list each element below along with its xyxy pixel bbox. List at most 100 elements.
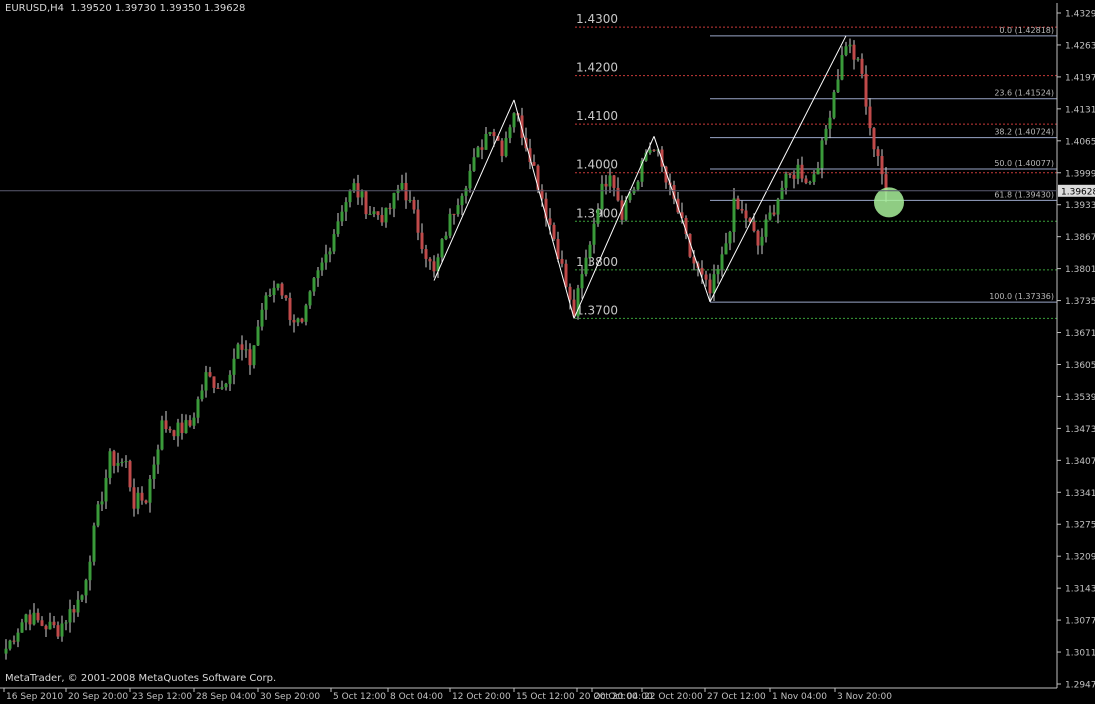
chart-header: EURUSD,H4 1.39520 1.39730 1.39350 1.3962… bbox=[5, 3, 245, 14]
price-level-label: 1.3700 bbox=[576, 303, 618, 317]
candle-body bbox=[404, 182, 408, 201]
candle-body bbox=[120, 461, 124, 464]
candle-body bbox=[816, 168, 820, 175]
y-tick-label: 1.34070 bbox=[1065, 457, 1095, 467]
candle-body bbox=[80, 595, 84, 600]
y-tick-label: 1.30770 bbox=[1065, 617, 1095, 627]
candle-body bbox=[380, 215, 384, 223]
candle-body bbox=[40, 620, 44, 626]
candle-body bbox=[880, 156, 884, 175]
candle-body bbox=[832, 92, 836, 118]
candle-body bbox=[408, 199, 412, 201]
candle-body bbox=[604, 183, 608, 187]
candle-body bbox=[712, 274, 716, 294]
candle-body bbox=[464, 188, 468, 196]
candle-body bbox=[276, 283, 280, 288]
candle-body bbox=[176, 422, 180, 437]
candle-body bbox=[856, 58, 860, 60]
candle-body bbox=[708, 279, 712, 294]
candle-body bbox=[852, 44, 856, 60]
time-axis[interactable]: 16 Sep 2010 20 Sep 20:00 23 Sep 12:00 28 Se… bbox=[3, 688, 892, 702]
zigzag-segment bbox=[513, 99, 575, 319]
y-tick-label: 1.40650 bbox=[1065, 137, 1095, 147]
candle-body bbox=[172, 430, 176, 437]
candle-body bbox=[76, 599, 80, 613]
candle-body bbox=[108, 451, 112, 478]
candle-body bbox=[72, 609, 76, 613]
fibonacci-level-label: 50.0 (1.40077) bbox=[994, 159, 1054, 168]
candle-body bbox=[652, 149, 656, 151]
candle-body bbox=[564, 263, 568, 287]
fibonacci-level-label: 61.8 (1.39430) bbox=[994, 190, 1054, 199]
y-tick-label: 1.30110 bbox=[1065, 649, 1095, 659]
candle-body bbox=[504, 138, 508, 157]
x-tick-label: 8 Oct 04:00 bbox=[390, 692, 443, 702]
candle-body bbox=[732, 198, 736, 232]
candle-body bbox=[244, 349, 248, 351]
candle-body bbox=[740, 209, 744, 211]
fibonacci-level-label: 38.2 (1.40724) bbox=[994, 128, 1054, 137]
candle-body bbox=[308, 291, 312, 306]
x-tick-label: 28 Sep 04:00 bbox=[196, 692, 256, 702]
x-tick-label: 3 Nov 20:00 bbox=[837, 692, 892, 702]
candle-body bbox=[28, 614, 32, 625]
candle-body bbox=[20, 622, 24, 633]
candle-body bbox=[500, 140, 504, 157]
candle-body bbox=[776, 199, 780, 215]
candle-body bbox=[152, 464, 156, 480]
candle-body bbox=[136, 492, 140, 509]
candle-body bbox=[256, 326, 260, 346]
candle-body bbox=[796, 164, 800, 179]
candle-body bbox=[400, 182, 404, 190]
candle-body bbox=[64, 622, 68, 624]
candle-body bbox=[720, 254, 724, 270]
x-tick-label: 23 Sep 12:00 bbox=[132, 692, 192, 702]
candle-body bbox=[164, 420, 168, 430]
price-axis[interactable]: 1.43290 1.42630 1.41970 1.41310 1.40650 1.399… bbox=[1057, 10, 1095, 691]
candle-body bbox=[264, 295, 268, 310]
candle-body bbox=[456, 205, 460, 215]
candle-body bbox=[320, 262, 324, 271]
candle-body bbox=[388, 207, 392, 209]
candle-body bbox=[196, 399, 200, 418]
candle-body bbox=[800, 164, 804, 179]
candle-body bbox=[372, 211, 376, 215]
candle-body bbox=[316, 270, 320, 279]
candle-body bbox=[548, 218, 552, 225]
candle-body bbox=[92, 525, 96, 562]
candle-body bbox=[488, 132, 492, 135]
candle-body bbox=[228, 374, 232, 384]
candle-body bbox=[192, 417, 196, 426]
candle-body bbox=[364, 191, 368, 215]
candle-body bbox=[480, 147, 484, 150]
candle-body bbox=[56, 625, 60, 637]
candle-body bbox=[12, 640, 16, 642]
candle-body bbox=[288, 297, 292, 320]
candle-body bbox=[128, 461, 132, 488]
y-tick-label: 1.39330 bbox=[1065, 201, 1095, 211]
candle-body bbox=[736, 198, 740, 210]
candle-body bbox=[560, 259, 564, 264]
y-tick-label: 1.39990 bbox=[1065, 169, 1095, 179]
price-level-lines: 1.43001.42001.41001.40001.39001.38001.37… bbox=[575, 12, 1057, 319]
price-level-label: 1.4000 bbox=[576, 158, 618, 172]
candle-body bbox=[860, 58, 864, 74]
fibonacci-level-label: 0.0 (1.42818) bbox=[999, 26, 1054, 35]
candle-body bbox=[792, 174, 796, 179]
candle-body bbox=[84, 580, 88, 596]
candle-body bbox=[784, 173, 788, 188]
candle-body bbox=[204, 372, 208, 391]
candle-body bbox=[24, 614, 28, 623]
candle-body bbox=[580, 274, 584, 289]
price-chart[interactable]: 1.43001.42001.41001.40001.39001.38001.37… bbox=[0, 0, 1095, 704]
zigzag-segment bbox=[433, 99, 515, 281]
candle-body bbox=[820, 140, 824, 169]
x-tick-label: 20 Sep 20:00 bbox=[68, 692, 128, 702]
candle-body bbox=[384, 207, 388, 223]
candle-body bbox=[328, 251, 332, 255]
candle-body bbox=[788, 173, 792, 175]
candle-body bbox=[300, 318, 304, 322]
zigzag-lines[interactable] bbox=[433, 35, 847, 319]
x-tick-label: 15 Oct 12:00 bbox=[516, 692, 575, 702]
candlesticks bbox=[4, 38, 888, 660]
